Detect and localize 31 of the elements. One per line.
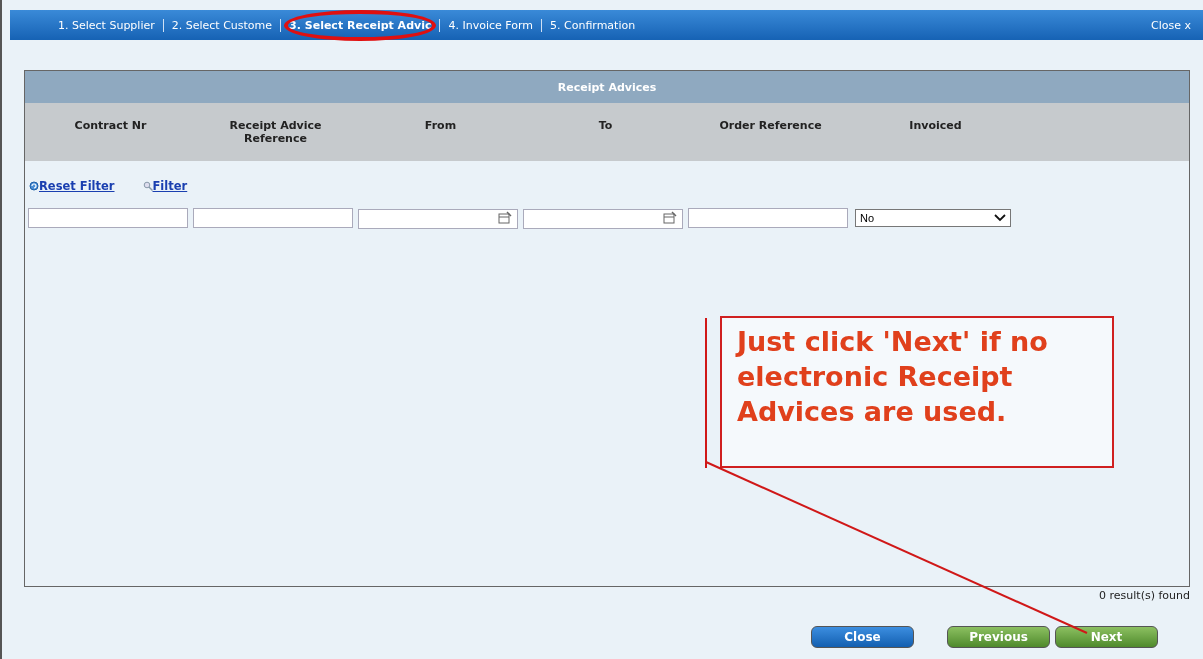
wizard-step[interactable]: 2. Select Custome: [171, 18, 273, 32]
column-header: Invoiced: [908, 119, 963, 132]
calendar-icon[interactable]: [663, 211, 677, 225]
close-link[interactable]: Close x: [1151, 18, 1191, 32]
wizard-step[interactable]: 1. Select Supplier: [58, 18, 155, 32]
search-icon: [142, 181, 153, 191]
column-header: Order Reference: [718, 119, 823, 132]
calendar-icon[interactable]: [498, 211, 512, 225]
filter-field[interactable]: [28, 208, 188, 229]
chevron-down-icon: [994, 214, 1006, 223]
wizard-step[interactable]: 4. Invoice Form: [448, 18, 533, 32]
filter-link[interactable]: Reset Filter: [29, 179, 115, 193]
wizard-button[interactable]: Close: [811, 626, 914, 648]
wizard-step[interactable]: 3. Select Receipt Advic: [289, 18, 432, 32]
wizard-button[interactable]: Next: [1055, 626, 1158, 648]
date-field[interactable]: [358, 208, 518, 229]
column-header: Contract Nr: [73, 119, 148, 132]
wizard-button[interactable]: Previous: [947, 626, 1050, 648]
column-header: Receipt Advice Reference: [228, 119, 323, 145]
filter-link[interactable]: Filter: [142, 179, 188, 193]
column-header: From: [423, 119, 458, 132]
filter-field[interactable]: [688, 208, 848, 229]
refresh-icon: [29, 181, 39, 191]
results-count: 0 result(s) found: [1099, 589, 1190, 602]
wizard-step[interactable]: 5. Confirmation: [550, 18, 636, 32]
filter-field[interactable]: [193, 208, 353, 229]
column-header: To: [597, 119, 614, 132]
invoiced-select[interactable]: No: [855, 209, 1011, 228]
callout-note: Just click 'Next' if no electronic Receipt Advices are used.: [720, 316, 1114, 468]
panel-title: Receipt Advices: [557, 80, 657, 94]
date-field[interactable]: [523, 208, 683, 229]
